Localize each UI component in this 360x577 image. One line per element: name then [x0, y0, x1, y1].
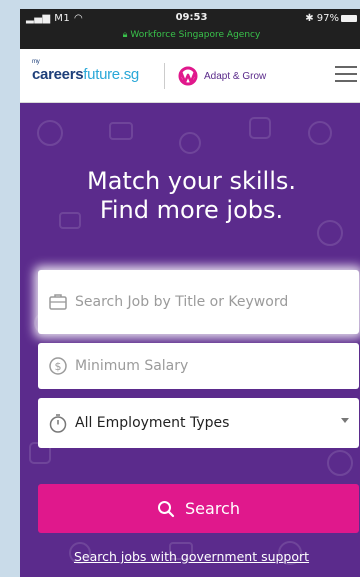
site-secure-label: 🔒︎ Workforce Singapore Agency: [20, 30, 360, 40]
logo-prefix: my: [32, 59, 40, 65]
logo-future-text: future.sg: [83, 66, 139, 83]
chevron-down-icon: [341, 418, 349, 423]
battery-indicator: ✱ 97%: [305, 13, 357, 24]
status-bar: ▂▄▆ M1 ◠ 09:53 ✱ 97% 🔒︎ Workforce Singap…: [20, 9, 360, 49]
battery-icon: [341, 14, 357, 22]
adapt-grow-text: Adapt & Grow: [204, 70, 267, 82]
hero-headline: Match your skills. Find more jobs.: [20, 167, 360, 225]
battery-percent: 97%: [316, 13, 339, 24]
site-header: my careersfuture.sg Adapt & Grow: [20, 49, 360, 103]
search-button[interactable]: Search: [38, 484, 359, 533]
hero-section: Match your skills. Find more jobs. Searc…: [20, 103, 360, 577]
phone-screen: ▂▄▆ M1 ◠ 09:53 ✱ 97% 🔒︎ Workforce Singap…: [20, 9, 360, 577]
minimum-salary-placeholder: Minimum Salary: [75, 358, 189, 374]
job-search-placeholder: Search Job by Title or Keyword: [75, 294, 289, 310]
bluetooth-icon: ✱: [305, 13, 314, 24]
stopwatch-icon: [47, 412, 69, 434]
search-button-label: Search: [185, 499, 240, 518]
adapt-grow-mark-icon: [176, 66, 200, 86]
svg-text:$: $: [55, 360, 62, 373]
careersfuture-logo[interactable]: my careersfuture.sg: [32, 59, 139, 83]
employment-type-select[interactable]: All Employment Types: [38, 398, 359, 448]
search-icon: [158, 500, 175, 517]
dollar-icon: $: [47, 355, 69, 377]
agency-name: Workforce Singapore Agency: [130, 30, 261, 40]
adapt-grow-logo[interactable]: Adapt & Grow: [176, 63, 266, 89]
headline-line-1: Match your skills.: [87, 167, 296, 195]
employment-type-value: All Employment Types: [75, 415, 230, 431]
briefcase-icon: [47, 291, 69, 313]
job-search-input[interactable]: Search Job by Title or Keyword: [38, 270, 359, 334]
minimum-salary-input[interactable]: $ Minimum Salary: [38, 343, 359, 389]
headline-line-2: Find more jobs.: [99, 196, 284, 224]
lock-icon: 🔒︎: [122, 30, 128, 40]
logo-careers-text: careers: [32, 66, 84, 83]
menu-icon[interactable]: [335, 66, 357, 84]
gov-support-link[interactable]: Search jobs with government support: [20, 549, 360, 564]
logo-divider: [164, 63, 165, 89]
